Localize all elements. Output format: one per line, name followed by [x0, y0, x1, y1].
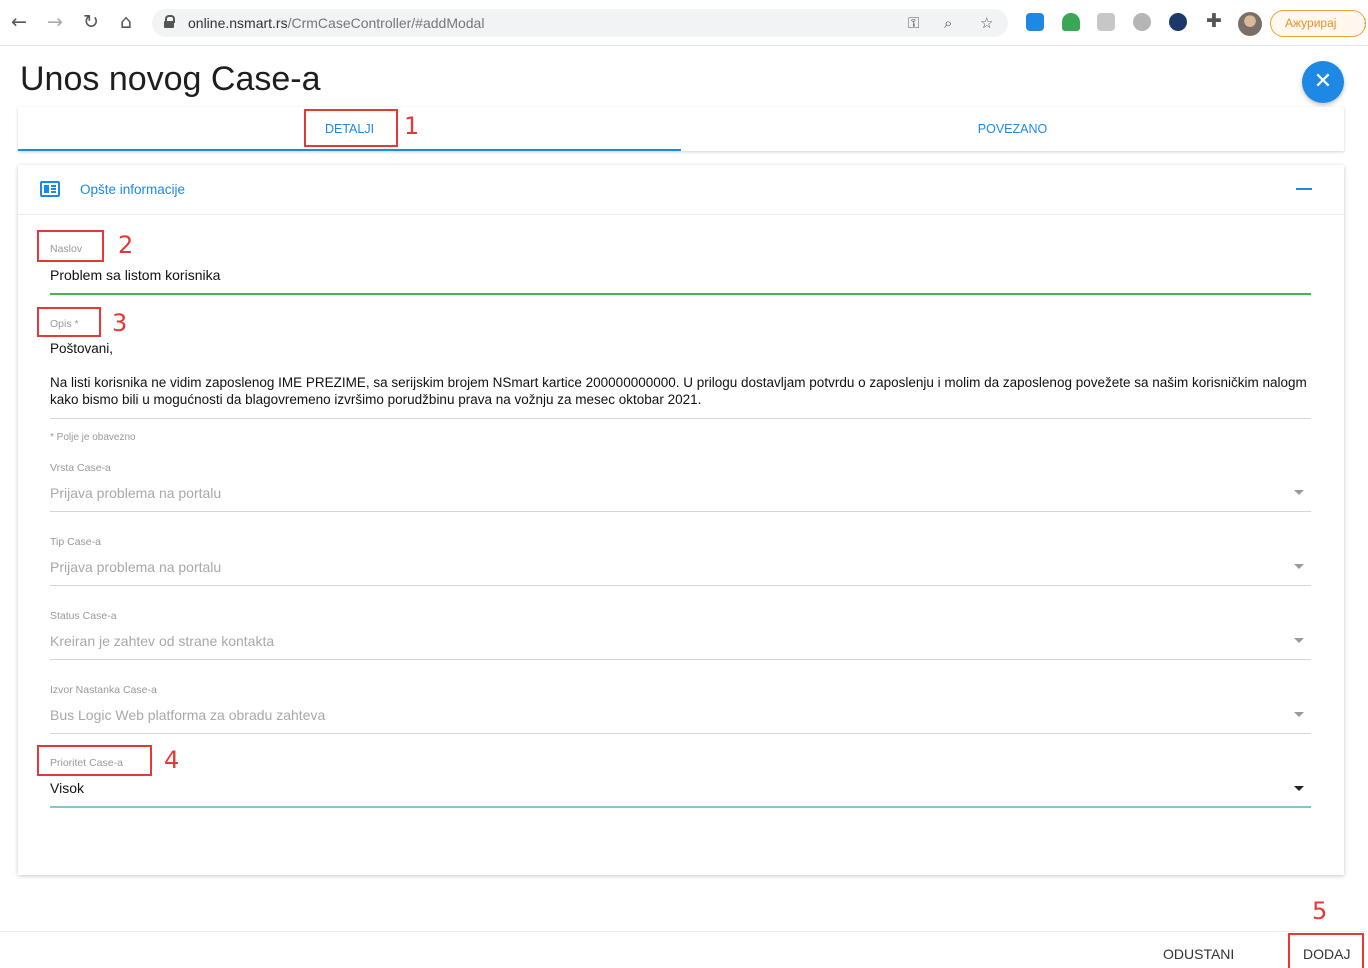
chevron-down-icon[interactable]	[1294, 712, 1304, 717]
star-icon[interactable]: ☆	[980, 14, 993, 32]
tab-povezano[interactable]: POVEZANO	[681, 107, 1344, 151]
opis-underline	[50, 418, 1311, 419]
annotation-number-5: 5	[1312, 897, 1328, 925]
chevron-down-icon[interactable]	[1294, 786, 1304, 791]
annotation-number-4: 4	[164, 746, 180, 774]
tip-label: Tip Case-a	[50, 536, 101, 548]
url-host: online.nsmart.rs	[188, 15, 288, 31]
footer-divider	[0, 931, 1368, 932]
close-icon: ✕	[1313, 69, 1333, 94]
update-label: Ажурирај	[1285, 16, 1337, 30]
zoom-icon[interactable]: ⌕	[944, 14, 952, 32]
annotation-box-4	[37, 745, 152, 776]
annotation-box-3	[37, 307, 101, 337]
globe-icon[interactable]	[1133, 13, 1151, 31]
cancel-button[interactable]: ODUSTANI	[1163, 946, 1234, 962]
status-label: Status Case-a	[50, 610, 117, 622]
android-icon[interactable]	[1062, 13, 1080, 31]
chevron-down-icon[interactable]	[1294, 564, 1304, 569]
home-icon[interactable]: ⌂	[115, 11, 137, 33]
back-arrow-icon[interactable]: ←	[8, 11, 30, 33]
status-underline	[50, 659, 1311, 660]
tab-bar: DETALJI POVEZANO	[18, 107, 1344, 151]
check-shield-icon[interactable]	[1169, 13, 1187, 31]
panel-header[interactable]: Opšte informacije	[18, 165, 1344, 215]
vrsta-label: Vrsta Case-a	[50, 462, 111, 474]
tip-select[interactable]: Prijava problema na portalu	[50, 559, 221, 575]
annotation-number-3: 3	[112, 309, 128, 337]
lock-icon	[164, 15, 175, 28]
profile-avatar[interactable]	[1238, 12, 1262, 36]
panel-title: Opšte informacije	[80, 182, 186, 197]
opis-greeting[interactable]: Poštovani,	[50, 340, 1312, 357]
collapse-icon[interactable]	[1296, 188, 1312, 190]
prioritet-underline	[50, 806, 1311, 808]
vrsta-underline	[50, 511, 1311, 512]
vrsta-select[interactable]: Prijava problema na portalu	[50, 485, 221, 501]
chevron-down-icon[interactable]	[1294, 638, 1304, 643]
chevron-down-icon[interactable]	[1294, 490, 1304, 495]
annotation-number-1: 1	[404, 112, 420, 140]
browser-toolbar: ← → ↻ ⌂ online.nsmart.rs/CrmCaseControll…	[0, 0, 1368, 46]
required-note: * Polje je obavezno	[50, 432, 136, 443]
modal-title: Unos novog Case-a	[20, 60, 321, 98]
image-extension-icon[interactable]	[1097, 13, 1115, 31]
forward-arrow-icon[interactable]: →	[44, 11, 66, 33]
update-button[interactable]: Ажурирај ⋮	[1270, 10, 1368, 37]
info-card-icon	[40, 181, 60, 197]
naslov-underline	[50, 293, 1311, 295]
tip-underline	[50, 585, 1311, 586]
naslov-input[interactable]: Problem sa listom korisnika	[50, 267, 220, 283]
reload-icon[interactable]: ↻	[80, 11, 102, 33]
extension-icon[interactable]	[1026, 13, 1044, 31]
izvor-underline	[50, 733, 1311, 734]
close-button[interactable]: ✕	[1302, 61, 1344, 103]
key-icon[interactable]: ⚿	[908, 14, 919, 32]
opis-textarea[interactable]: Na listi korisnika ne vidim zaposlenog I…	[50, 374, 1312, 408]
prioritet-select[interactable]: Visok	[50, 780, 84, 796]
address-bar[interactable]: online.nsmart.rs/CrmCaseController/#addM…	[152, 9, 1008, 37]
izvor-select[interactable]: Bus Logic Web platforma za obradu zahtev…	[50, 707, 325, 723]
annotation-number-2: 2	[118, 231, 134, 259]
annotation-box-2	[37, 230, 104, 262]
more-vert-icon[interactable]: ⋮	[1359, 11, 1368, 36]
general-info-panel: Opšte informacije Naslov Problem sa list…	[18, 165, 1344, 875]
status-select[interactable]: Kreiran je zahtev od strane kontakta	[50, 633, 274, 649]
url-path: /CrmCaseController/#addModal	[287, 15, 485, 31]
annotation-box-5	[1288, 933, 1364, 968]
annotation-box-1	[304, 109, 398, 147]
puzzle-icon[interactable]: ✚	[1203, 10, 1225, 32]
izvor-label: Izvor Nastanka Case-a	[50, 684, 157, 696]
url-text: online.nsmart.rs/CrmCaseController/#addM…	[188, 15, 484, 31]
